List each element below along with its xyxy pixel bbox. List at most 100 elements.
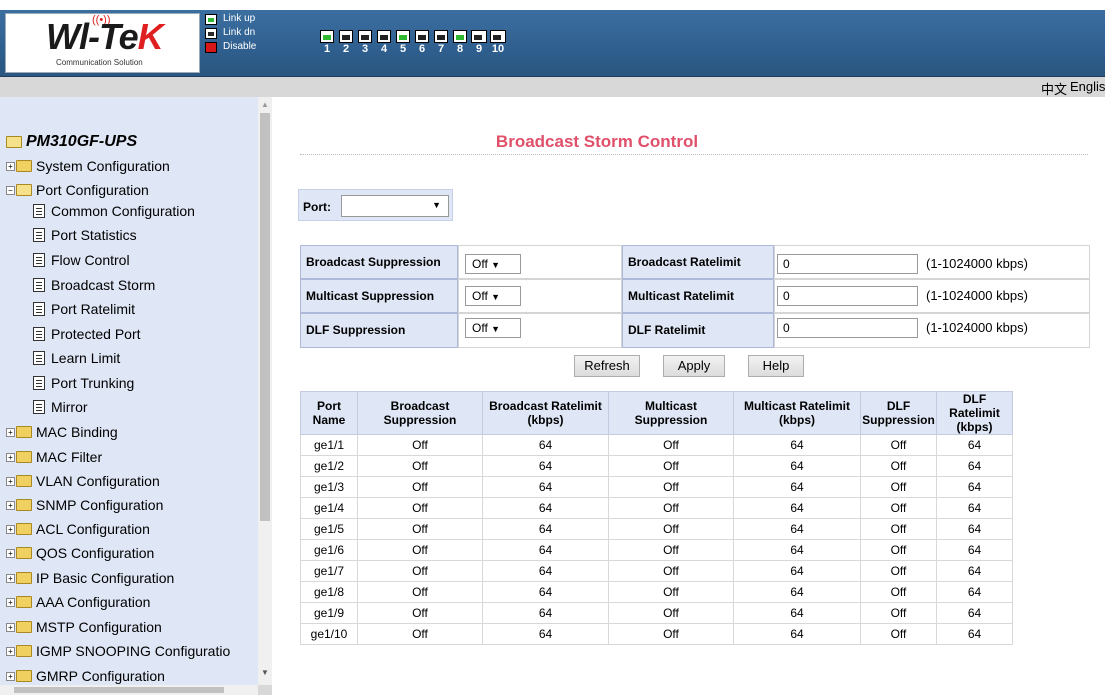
table-cell: 64 — [482, 434, 609, 456]
expand-plus-icon[interactable]: + — [6, 452, 15, 462]
document-icon — [33, 376, 45, 390]
tree-root[interactable]: PM310GF-UPS — [6, 133, 137, 151]
expand-plus-icon[interactable]: + — [6, 500, 15, 510]
lang-chinese-link[interactable]: 中文 — [1041, 79, 1067, 98]
tree-item-flow-control[interactable]: Flow Control — [33, 250, 130, 270]
tree-item-system-configuration[interactable]: + System Configuration — [6, 156, 170, 176]
tree-item-mac-filter[interactable]: + MAC Filter — [6, 447, 102, 467]
port-number: 2 — [342, 43, 350, 55]
refresh-button[interactable]: Refresh — [574, 355, 640, 377]
broadcast-range-hint: (1-1024000 kbps) — [926, 256, 1028, 271]
table-cell: 64 — [733, 455, 861, 477]
tree-item-common-configuration[interactable]: Common Configuration — [33, 201, 195, 221]
port-9[interactable]: 9 — [470, 30, 488, 55]
table-row[interactable]: ge1/1 Off 64 Off 64 Off 64 — [300, 434, 1013, 456]
document-icon — [33, 400, 45, 414]
expand-plus-icon[interactable]: + — [6, 524, 15, 534]
tree-item-qos-configuration[interactable]: + QOS Configuration — [6, 543, 154, 563]
table-row[interactable]: ge1/6 Off 64 Off 64 Off 64 — [300, 539, 1013, 561]
sidebar-vertical-scrollbar[interactable]: ▲ ▼ — [258, 97, 272, 685]
tree-item-snmp-configuration[interactable]: + SNMP Configuration — [6, 495, 163, 515]
header: ((•)) Wl-TeK Communication Solution Link… — [0, 0, 1105, 97]
port-6[interactable]: 6 — [413, 30, 431, 55]
port-select[interactable]: ▼ — [341, 195, 449, 217]
table-row[interactable]: ge1/3 Off 64 Off 64 Off 64 — [300, 476, 1013, 498]
table-row[interactable]: ge1/9 Off 64 Off 64 Off 64 — [300, 602, 1013, 624]
tree-item-port-statistics[interactable]: Port Statistics — [33, 225, 137, 245]
scrollbar-thumb[interactable] — [260, 113, 270, 521]
broadcast-ratelimit-label: Broadcast Ratelimit — [622, 245, 774, 279]
tree-item-protected-port[interactable]: Protected Port — [33, 324, 141, 344]
tree-item-mac-binding[interactable]: + MAC Binding — [6, 422, 118, 442]
table-row[interactable]: ge1/8 Off 64 Off 64 Off 64 — [300, 581, 1013, 603]
table-cell: 64 — [936, 539, 1013, 561]
collapse-minus-icon[interactable]: − — [6, 185, 15, 195]
tree-item-gmrp-configuration[interactable]: + GMRP Configuration — [6, 666, 165, 685]
dlf-ratelimit-input[interactable]: 0 — [777, 318, 918, 338]
table-row[interactable]: ge1/10 Off 64 Off 64 Off 64 — [300, 623, 1013, 645]
tree-item-ip-basic-configuration[interactable]: + IP Basic Configuration — [6, 568, 174, 588]
help-button[interactable]: Help — [748, 355, 804, 377]
table-cell: Off — [608, 476, 734, 498]
table-row[interactable]: ge1/5 Off 64 Off 64 Off 64 — [300, 518, 1013, 540]
tree-item-vlan-configuration[interactable]: + VLAN Configuration — [6, 471, 160, 491]
port-3[interactable]: 3 — [356, 30, 374, 55]
tree-item-acl-configuration[interactable]: + ACL Configuration — [6, 519, 150, 539]
legend-linkup-label: Link up — [223, 13, 256, 24]
expand-plus-icon[interactable]: + — [6, 548, 15, 558]
port-1[interactable]: 1 — [318, 30, 336, 55]
port-2[interactable]: 2 — [337, 30, 355, 55]
table-cell: 64 — [733, 602, 861, 624]
column-header: DLF Ratelimit (kbps) — [936, 391, 1013, 435]
table-cell: Off — [860, 602, 937, 624]
multicast-ratelimit-input[interactable]: 0 — [777, 286, 918, 306]
port-7[interactable]: 7 — [432, 30, 450, 55]
lang-english-link[interactable]: English — [1070, 79, 1105, 94]
scroll-up-arrow-icon[interactable]: ▲ — [261, 100, 269, 109]
expand-plus-icon[interactable]: + — [6, 646, 15, 656]
tree-item-port-configuration[interactable]: − Port Configuration — [6, 180, 149, 200]
tree-item-aaa-configuration[interactable]: + AAA Configuration — [6, 592, 150, 612]
expand-plus-icon[interactable]: + — [6, 597, 15, 607]
expand-plus-icon[interactable]: + — [6, 573, 15, 583]
table-cell: 64 — [482, 455, 609, 477]
port-5[interactable]: 5 — [394, 30, 412, 55]
port-4[interactable]: 4 — [375, 30, 393, 55]
port-status-icon — [320, 30, 334, 43]
table-cell: 64 — [482, 497, 609, 519]
tree-item-broadcast-storm[interactable]: Broadcast Storm — [33, 275, 155, 295]
expand-plus-icon[interactable]: + — [6, 671, 15, 681]
broadcast-suppression-select[interactable]: Off ▼ — [465, 254, 521, 274]
table-cell: 64 — [733, 518, 861, 540]
tree-item-igmp-snooping-configuratio[interactable]: + IGMP SNOOPING Configuratio — [6, 641, 230, 661]
port-number: 4 — [380, 43, 388, 55]
scroll-down-arrow-icon[interactable]: ▼ — [261, 668, 269, 677]
table-cell: ge1/6 — [300, 539, 358, 561]
table-cell: ge1/3 — [300, 476, 358, 498]
folder-icon — [16, 160, 32, 172]
dropdown-arrow-icon: ▼ — [491, 292, 501, 302]
table-row[interactable]: ge1/7 Off 64 Off 64 Off 64 — [300, 560, 1013, 582]
multicast-suppression-select[interactable]: Off ▼ — [465, 286, 521, 306]
table-row[interactable]: ge1/2 Off 64 Off 64 Off 64 — [300, 455, 1013, 477]
sidebar-horizontal-scrollbar[interactable] — [0, 685, 258, 695]
port-8[interactable]: 8 — [451, 30, 469, 55]
port-status-icon — [339, 30, 353, 43]
expand-plus-icon[interactable]: + — [6, 161, 15, 171]
tree-item-mirror[interactable]: Mirror — [33, 397, 88, 417]
tree-item-port-ratelimit[interactable]: Port Ratelimit — [33, 299, 135, 319]
tree-item-mstp-configuration[interactable]: + MSTP Configuration — [6, 617, 162, 637]
tree-item-port-trunking[interactable]: Port Trunking — [33, 373, 134, 393]
table-row[interactable]: ge1/4 Off 64 Off 64 Off 64 — [300, 497, 1013, 519]
table-cell: Off — [608, 518, 734, 540]
port-10[interactable]: 10 — [489, 30, 507, 55]
expand-plus-icon[interactable]: + — [6, 622, 15, 632]
dlf-suppression-select[interactable]: Off ▼ — [465, 318, 521, 338]
apply-button[interactable]: Apply — [663, 355, 725, 377]
expand-plus-icon[interactable]: + — [6, 427, 15, 437]
tree-item-learn-limit[interactable]: Learn Limit — [33, 348, 120, 368]
table-cell: 64 — [733, 581, 861, 603]
expand-plus-icon[interactable]: + — [6, 476, 15, 486]
scrollbar-thumb[interactable] — [14, 687, 224, 693]
broadcast-ratelimit-input[interactable]: 0 — [777, 254, 918, 274]
